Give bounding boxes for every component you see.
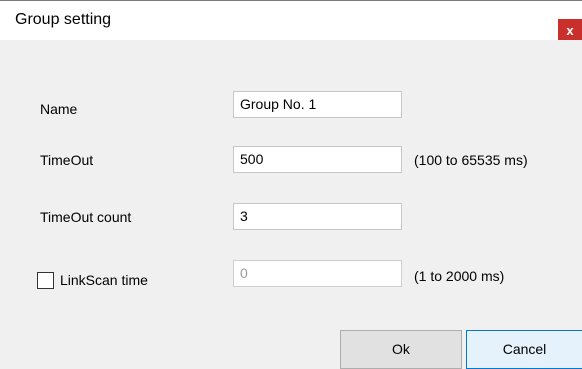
linkscan-label: LinkScan time [60, 272, 148, 288]
timeout-field[interactable]: 500 [233, 146, 402, 173]
name-label: Name [40, 101, 78, 117]
timeout-label: TimeOut [40, 152, 94, 168]
linkscan-checkbox[interactable] [37, 272, 54, 289]
name-field[interactable]: Group No. 1 [233, 91, 402, 118]
linkscan-range: (1 to 2000 ms) [414, 268, 505, 284]
ok-button[interactable]: Ok [340, 330, 462, 369]
timeout-range: (100 to 65535 ms) [414, 152, 528, 168]
timeout-count-field[interactable]: 3 [233, 203, 402, 230]
dialog-title: Group setting [15, 11, 112, 28]
timeout-count-label: TimeOut count [40, 209, 132, 225]
linkscan-field[interactable]: 0 [233, 260, 402, 287]
title-bar: Group setting x [0, 0, 582, 43]
cancel-button[interactable]: Cancel [466, 330, 582, 369]
